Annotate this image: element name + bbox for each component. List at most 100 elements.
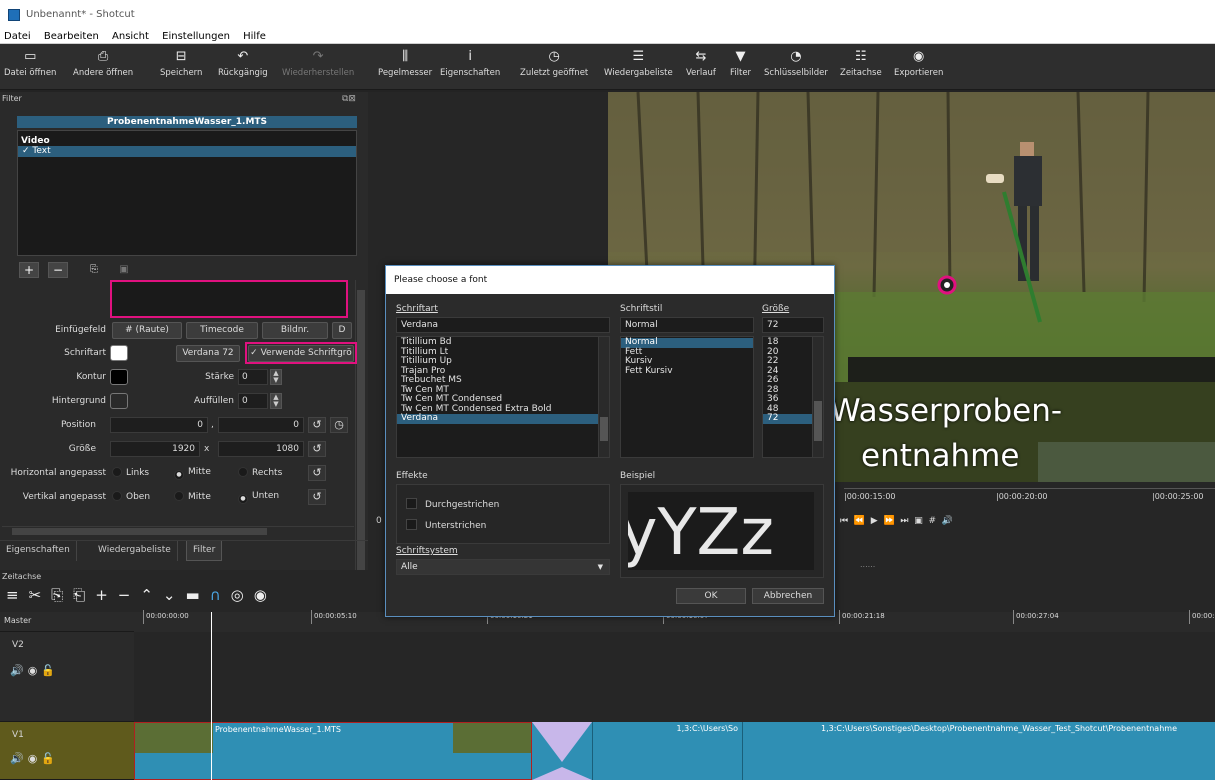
outline-color-swatch[interactable] — [110, 369, 128, 385]
split-icon[interactable]: ▬ — [186, 586, 210, 604]
paste-filter-icon[interactable]: ▣ — [114, 262, 134, 278]
position-keyframe-icon[interactable]: ◷ — [330, 417, 348, 433]
position-y-input[interactable]: 0 — [218, 417, 304, 433]
h-rechts-radio[interactable]: Rechts — [238, 467, 282, 478]
insert-timecode-button[interactable]: Timecode — [186, 322, 258, 339]
size-width-input[interactable]: 1920 — [110, 441, 200, 457]
v-mitte-radio[interactable]: Mitte — [174, 491, 211, 502]
fast-forward-icon[interactable]: ⏩ — [883, 516, 894, 526]
history-button[interactable]: ⇆ Verlauf — [686, 48, 716, 78]
underline-checkbox[interactable]: Unterstrichen — [406, 519, 486, 531]
size-height-input[interactable]: 1080 — [218, 441, 304, 457]
transport-controls[interactable]: ⏮ ⏪ ▶ ⏩ ⏭ ▣ # 🔊 — [840, 516, 953, 526]
v-oben-radio[interactable]: Oben — [112, 491, 150, 502]
font-family-item-selected[interactable]: Verdana — [397, 413, 609, 424]
strikeout-checkbox[interactable]: Durchgestrichen — [406, 498, 499, 510]
font-size-list[interactable]: 18 20 22 24 26 28 36 48 72 — [762, 336, 824, 458]
insert-framenr-button[interactable]: Bildnr. — [262, 322, 328, 339]
skip-start-icon[interactable]: ⏮ — [840, 516, 848, 526]
undo-button[interactable]: ↶ Rückgängig — [218, 48, 268, 78]
ok-button[interactable]: OK — [676, 588, 746, 604]
clip-two[interactable]: 1,3:C:\Users\So — [592, 722, 742, 780]
skip-end-icon[interactable]: ⏭ — [900, 516, 908, 526]
playlist-button[interactable]: ☰ Wiedergabeliste — [604, 48, 673, 78]
open-file-button[interactable]: ▭ Datei öffnen — [4, 48, 56, 78]
insert-hash-button[interactable]: # (Raute) — [112, 322, 182, 339]
writing-system-select[interactable]: Alle ▼ — [396, 559, 610, 575]
cut-icon[interactable]: ✂ — [29, 586, 52, 604]
redo-button[interactable]: ↷ Wiederherstellen — [282, 48, 354, 78]
save-button[interactable]: ⊟ Speichern — [160, 48, 202, 78]
font-family-list[interactable]: Titillium Bd Titillium Lt Titillium Up T… — [396, 336, 610, 458]
font-size-scrollbar[interactable] — [812, 337, 823, 457]
rewind-icon[interactable]: ⏪ — [854, 516, 865, 526]
v1-track-controls[interactable]: 🔊◉🔓 — [10, 752, 59, 765]
font-style-list[interactable]: Normal Fett Kursiv Fett Kursiv — [620, 336, 754, 458]
remove-filter-button[interactable]: − — [48, 262, 68, 278]
export-button[interactable]: ◉ Exportieren — [894, 48, 943, 78]
v2-track-controls[interactable]: 🔊◉🔓 — [10, 664, 59, 677]
menu-einstellungen[interactable]: Einstellungen — [162, 31, 230, 42]
timeline-button[interactable]: ☷ Zeitachse — [840, 48, 882, 78]
menu-datei[interactable]: Datei — [4, 31, 31, 42]
peak-meter-button[interactable]: ⫼ Pegelmesser — [378, 48, 432, 78]
filter-button[interactable]: ▼ Filter — [730, 48, 751, 78]
insert-more-button[interactable]: D — [332, 322, 352, 339]
v-unten-radio[interactable]: ● Unten — [238, 491, 279, 504]
menu-ansicht[interactable]: Ansicht — [112, 31, 149, 42]
font-button[interactable]: Verdana 72 — [176, 345, 240, 362]
play-icon[interactable]: ▶ — [871, 516, 878, 526]
size-reset-icon[interactable]: ↺ — [308, 441, 326, 457]
keyframes-button[interactable]: ◔ Schlüsselbilder — [764, 48, 828, 78]
copy-icon[interactable]: ⎘ — [51, 586, 73, 604]
copy-filter-icon[interactable]: ⎘ — [84, 262, 104, 278]
position-x-input[interactable]: 0 — [110, 417, 208, 433]
padding-spinner[interactable]: ▲ ▼ — [270, 393, 282, 409]
font-style-item[interactable]: Fett Kursiv — [621, 366, 753, 377]
v-reset-icon[interactable]: ↺ — [308, 489, 326, 505]
thickness-input[interactable]: 0 — [238, 369, 268, 385]
background-color-swatch[interactable] — [110, 393, 128, 409]
tab-filter[interactable]: Filter — [186, 541, 223, 561]
grid-icon[interactable]: # — [929, 516, 937, 526]
clip-three[interactable]: 1,3:C:\Users\Sonstiges\Desktop\Probenent… — [742, 722, 1215, 780]
text-input[interactable] — [110, 280, 348, 318]
volume-icon[interactable]: 🔊 — [942, 516, 953, 526]
ripple-icon[interactable]: ◉ — [254, 586, 277, 604]
clip-probenentnahme[interactable]: ProbenentnahmeWasser_1.MTS — [134, 722, 532, 780]
append-icon[interactable]: + — [95, 586, 118, 604]
lift-icon[interactable]: ⌃ — [140, 586, 163, 604]
thickness-spinner[interactable]: ▲ ▼ — [270, 369, 282, 385]
tab-wiedergabeliste[interactable]: Wiedergabeliste — [92, 541, 178, 561]
menu-bearbeiten[interactable]: Bearbeiten — [44, 31, 99, 42]
h-reset-icon[interactable]: ↺ — [308, 465, 326, 481]
add-filter-button[interactable]: + — [19, 262, 39, 278]
menu-hilfe[interactable]: Hilfe — [243, 31, 266, 42]
open-other-button[interactable]: ⎙ Andere öffnen — [73, 48, 133, 78]
cancel-button[interactable]: Abbrechen — [752, 588, 824, 604]
scrub-icon[interactable]: ◎ — [231, 586, 254, 604]
tab-eigenschaften[interactable]: Eigenschaften — [0, 541, 77, 561]
snap-icon[interactable]: ∩ — [210, 586, 231, 604]
transition-marker[interactable] — [532, 722, 592, 780]
padding-input[interactable]: 0 — [238, 393, 268, 409]
use-font-size-checkbox[interactable]: ✓ Verwende Schriftgrö — [248, 345, 354, 362]
font-family-scrollbar[interactable] — [598, 337, 609, 457]
h-mitte-radio[interactable]: ● Mitte — [174, 467, 211, 480]
overwrite-icon[interactable]: ⌄ — [163, 586, 186, 604]
recent-button[interactable]: ◷ Zuletzt geöffnet — [520, 48, 588, 78]
h-links-radio[interactable]: Links — [112, 467, 149, 478]
zoom-icon[interactable]: ▣ — [914, 516, 923, 526]
playhead[interactable] — [211, 612, 212, 780]
properties-button[interactable]: i Eigenschaften — [440, 48, 500, 78]
font-size-input[interactable]: 72 — [762, 317, 824, 333]
filter-item-text[interactable]: ✓ Text — [18, 146, 356, 157]
font-family-input[interactable]: Verdana — [396, 317, 610, 333]
timeline-menu-icon[interactable]: ≡ — [6, 586, 29, 604]
remove-icon[interactable]: − — [118, 586, 141, 604]
panel-float-close-icon[interactable]: ⧉⊠ — [342, 94, 356, 104]
position-reset-icon[interactable]: ↺ — [308, 417, 326, 433]
font-style-input[interactable]: Normal — [620, 317, 754, 333]
paste-icon[interactable]: ⎗ — [73, 586, 95, 604]
filter-h-scrollbar[interactable] — [2, 526, 354, 536]
